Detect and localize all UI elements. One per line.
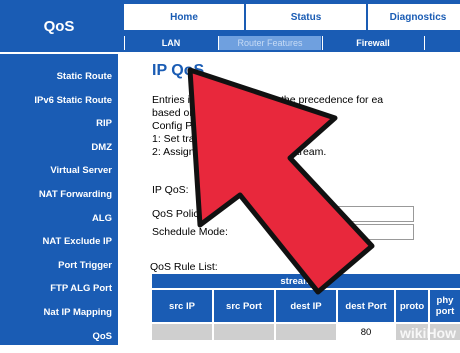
page-title: IP QoS — [152, 62, 205, 79]
sidebar-item-qos[interactable]: QoS — [34, 330, 112, 353]
ip-qos-radio[interactable] — [236, 186, 247, 197]
intro-line: Entries in ... used to assign the preced… — [152, 94, 384, 106]
intro-text: Entries in ... used to assign the preced… — [152, 94, 460, 159]
ip-qos-label: IP QoS: — [152, 184, 189, 196]
stream-rule-header: stream rule — [152, 274, 460, 288]
brand-title: QoS — [43, 17, 75, 35]
table-cell — [152, 322, 212, 340]
sidebar-item-dmz[interactable]: DMZ — [34, 141, 112, 165]
sidebar-item-nat-exclude-ip[interactable]: NAT Exclude IP — [34, 235, 112, 259]
sidebar-item-static-route[interactable]: Static Route — [34, 70, 112, 94]
sidebar-item-ipv6-static-route[interactable]: IPv6 Static Route — [34, 94, 112, 118]
qos-policy-label: QoS Policy: — [152, 208, 207, 220]
intro-line: based on s — [152, 107, 204, 119]
sidebar-item-rip[interactable]: RIP — [34, 117, 112, 141]
sidebar-item-alg[interactable]: ALG — [34, 212, 112, 236]
watermark-logo: wikiHow — [399, 325, 456, 341]
sidebar-item-ftp-alg-port[interactable]: FTP ALG Port — [34, 282, 112, 306]
sidebar-item-nat-ip-mapping[interactable]: Nat IP Mapping — [34, 306, 112, 330]
tab-home[interactable]: Home — [124, 4, 244, 30]
subtab-lan[interactable]: LAN — [124, 36, 217, 50]
sidebar-item-virtual-server[interactable]: Virtual Server — [34, 164, 112, 188]
schedule-mode-select[interactable]: strict prior — [286, 224, 414, 240]
column-header-phy-port: phy port — [428, 288, 460, 322]
divider — [0, 52, 118, 54]
column-header-dest-ip: dest IP — [274, 288, 336, 322]
tab-status[interactable]: Status — [246, 4, 366, 30]
qos-rule-list-label: QoS Rule List: — [150, 261, 218, 273]
table-cell — [274, 322, 336, 340]
qos-policy-select[interactable]: stream — [286, 206, 414, 222]
table-cell — [212, 322, 274, 340]
tab-diagnostics[interactable]: Diagnostics — [368, 4, 460, 30]
subtab-router-features[interactable]: Router Features — [218, 36, 321, 50]
top-nav: Home Status Diagnostics — [118, 0, 460, 34]
sidebar-menu: Static Route IPv6 Static Route RIP DMZ V… — [34, 70, 112, 353]
sidebar-item-port-trigger[interactable]: Port Trigger — [34, 259, 112, 283]
sidebar-item-nat-forwarding[interactable]: NAT Forwarding — [34, 188, 112, 212]
column-header-src-port: src Port — [212, 288, 274, 322]
column-header-proto: proto — [394, 288, 428, 322]
intro-line: Config Proc — [152, 120, 207, 132]
schedule-mode-label: Schedule Mode: — [152, 226, 228, 238]
intro-line: 1: Set traffic — [152, 133, 208, 145]
column-header-src-ip: src IP — [152, 288, 212, 322]
intro-line: 2: Assign the p ... for different stream… — [152, 146, 327, 158]
subtab-more[interactable] — [424, 36, 460, 50]
column-header-dest-port: dest Port — [336, 288, 394, 322]
subtab-firewall[interactable]: Firewall — [322, 36, 423, 50]
sub-nav: LAN Router Features Firewall — [118, 34, 460, 52]
sidebar: QoS Static Route IPv6 Static Route RIP D… — [0, 0, 118, 345]
table-cell: 80 — [336, 322, 394, 340]
